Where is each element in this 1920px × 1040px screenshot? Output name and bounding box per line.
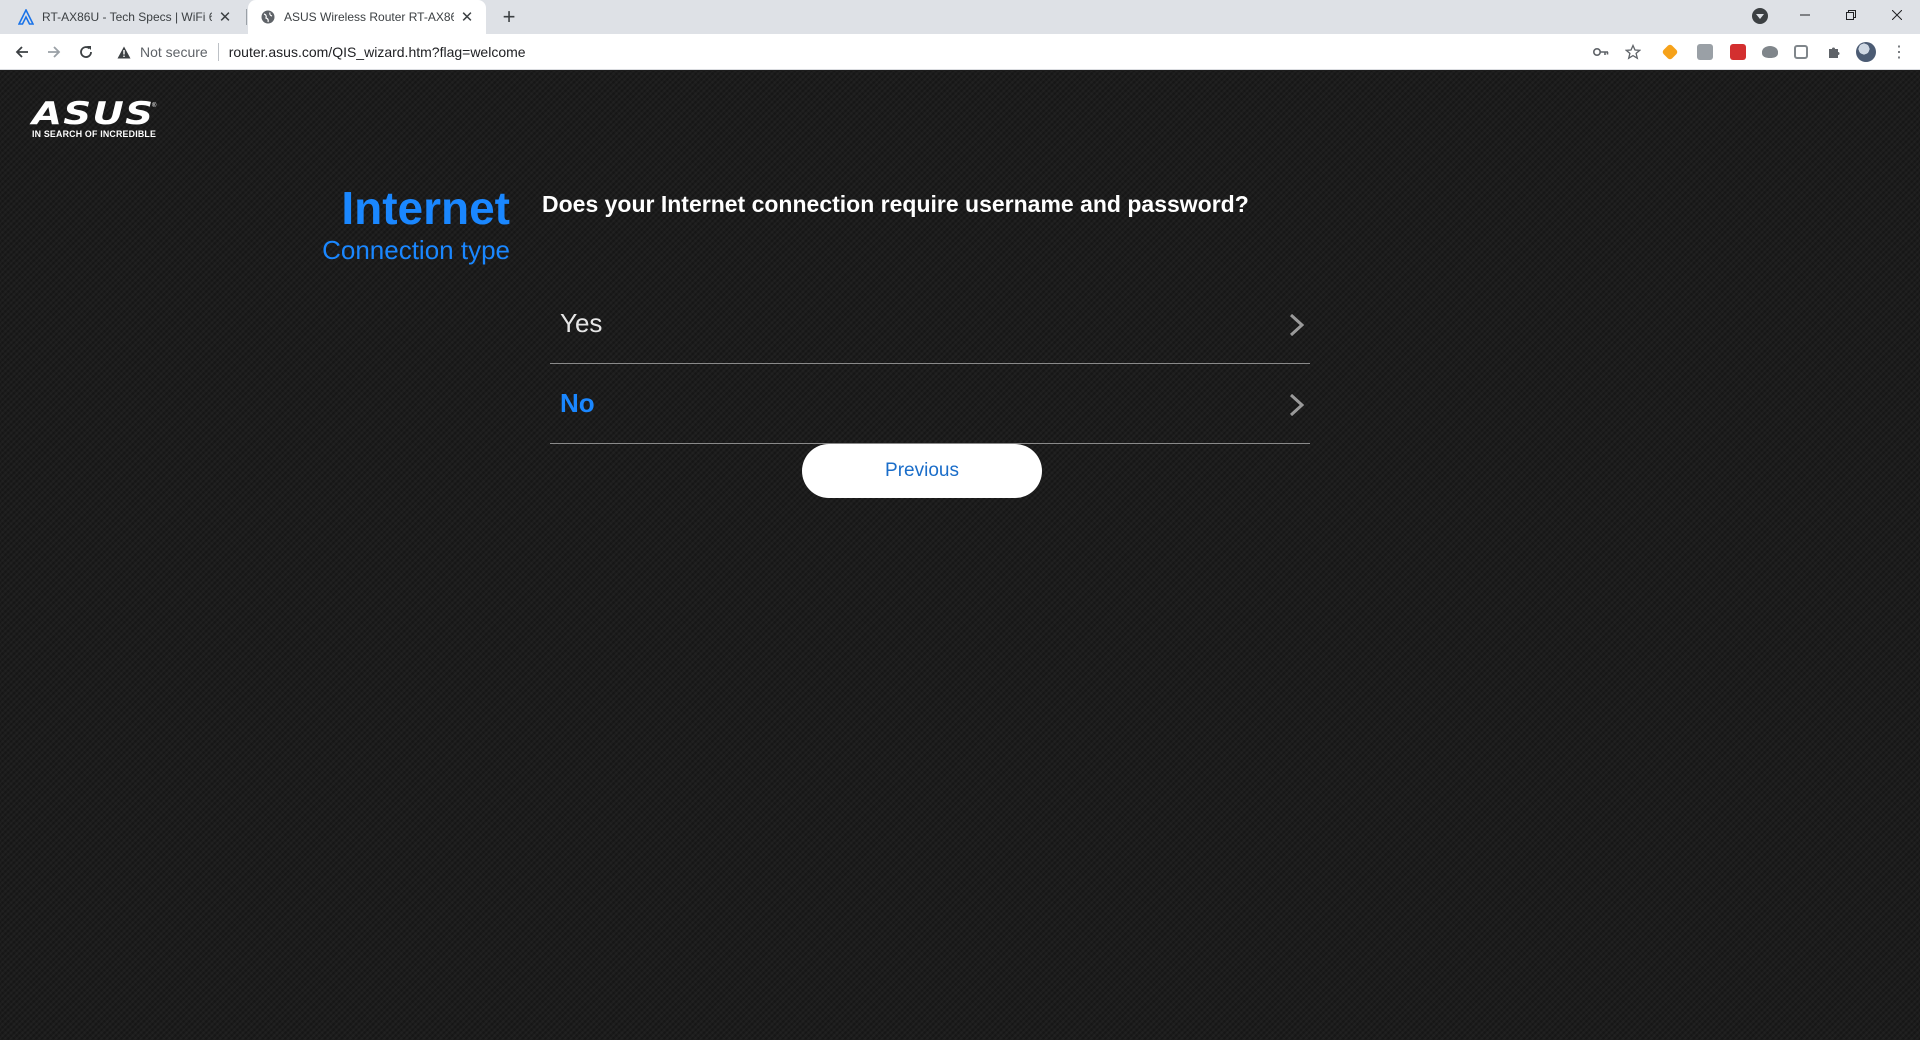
option-label: Yes	[560, 308, 603, 338]
extension-honey-icon[interactable]	[1661, 43, 1679, 61]
close-tab-icon[interactable]: ✕	[458, 8, 476, 26]
minimize-button[interactable]	[1782, 0, 1828, 30]
section-heading: Internet Connection type	[322, 181, 510, 265]
registered-mark: ®	[152, 103, 157, 109]
previous-button[interactable]: Previous	[802, 444, 1042, 498]
extension-copy-icon[interactable]	[1697, 44, 1713, 60]
profile-avatar[interactable]	[1856, 42, 1876, 62]
bookmark-star-icon[interactable]	[1624, 43, 1642, 61]
new-tab-button[interactable]: +	[496, 4, 522, 29]
globe-icon	[260, 9, 276, 25]
reload-button[interactable]	[72, 38, 100, 66]
router-setup-page: ASUS ® IN SEARCH OF INCREDIBLE Internet …	[0, 71, 1920, 1040]
security-status: Not secure	[140, 44, 208, 60]
browser-toolbar: Not secure router.asus.com/QIS_wizard.ht…	[0, 34, 1920, 70]
warning-icon	[116, 44, 132, 60]
address-bar[interactable]: Not secure router.asus.com/QIS_wizard.ht…	[106, 37, 1658, 67]
reload-icon	[80, 46, 92, 58]
tab-search-icon[interactable]	[1752, 8, 1768, 24]
extensions-puzzle-icon[interactable]	[1825, 43, 1843, 61]
window-controls	[1782, 0, 1920, 30]
address-divider	[217, 43, 219, 61]
extension-pdf-icon[interactable]	[1730, 44, 1746, 60]
url-text[interactable]: router.asus.com/QIS_wizard.htm?flag=welc…	[229, 44, 526, 60]
extension-grid-icon[interactable]	[1794, 45, 1808, 59]
wizard-question: Does your Internet connection require us…	[542, 191, 1249, 217]
extension-cloud-icon[interactable]	[1762, 46, 1778, 58]
section-title: Internet	[341, 182, 510, 234]
forward-button[interactable]	[40, 38, 68, 66]
chevron-right-icon	[1289, 393, 1305, 417]
option-yes[interactable]: Yes	[550, 284, 1310, 364]
browser-tab-strip: RT-AX86U - Tech Specs | WiFi 6 ✕ ASUS Wi…	[0, 0, 1920, 34]
asus-favicon-icon	[18, 9, 34, 25]
close-tab-icon[interactable]: ✕	[216, 8, 234, 26]
forward-arrow-icon	[48, 46, 61, 58]
asus-logo: ASUS ® IN SEARCH OF INCREDIBLE	[32, 96, 157, 143]
restore-button[interactable]	[1828, 0, 1874, 30]
key-icon[interactable]	[1592, 43, 1610, 61]
browser-tab-router[interactable]: ASUS Wireless Router RT-AX86U ✕	[248, 0, 486, 34]
chevron-right-icon	[1289, 313, 1305, 337]
browser-menu-icon[interactable]: ⋮	[1890, 43, 1908, 61]
option-label: No	[560, 388, 595, 418]
section-subtitle: Connection type	[322, 235, 510, 265]
logo-wordmark: ASUS	[32, 96, 155, 132]
back-button[interactable]	[8, 38, 36, 66]
back-arrow-icon	[15, 46, 28, 58]
browser-tab-tech-specs[interactable]: RT-AX86U - Tech Specs | WiFi 6 ✕	[18, 0, 246, 34]
tab-title: ASUS Wireless Router RT-AX86U	[284, 10, 454, 24]
close-window-button[interactable]	[1874, 0, 1920, 30]
tab-title: RT-AX86U - Tech Specs | WiFi 6	[42, 10, 212, 24]
tab-divider	[246, 9, 247, 25]
logo-tagline: IN SEARCH OF INCREDIBLE	[32, 129, 157, 139]
option-no[interactable]: No	[550, 364, 1310, 444]
